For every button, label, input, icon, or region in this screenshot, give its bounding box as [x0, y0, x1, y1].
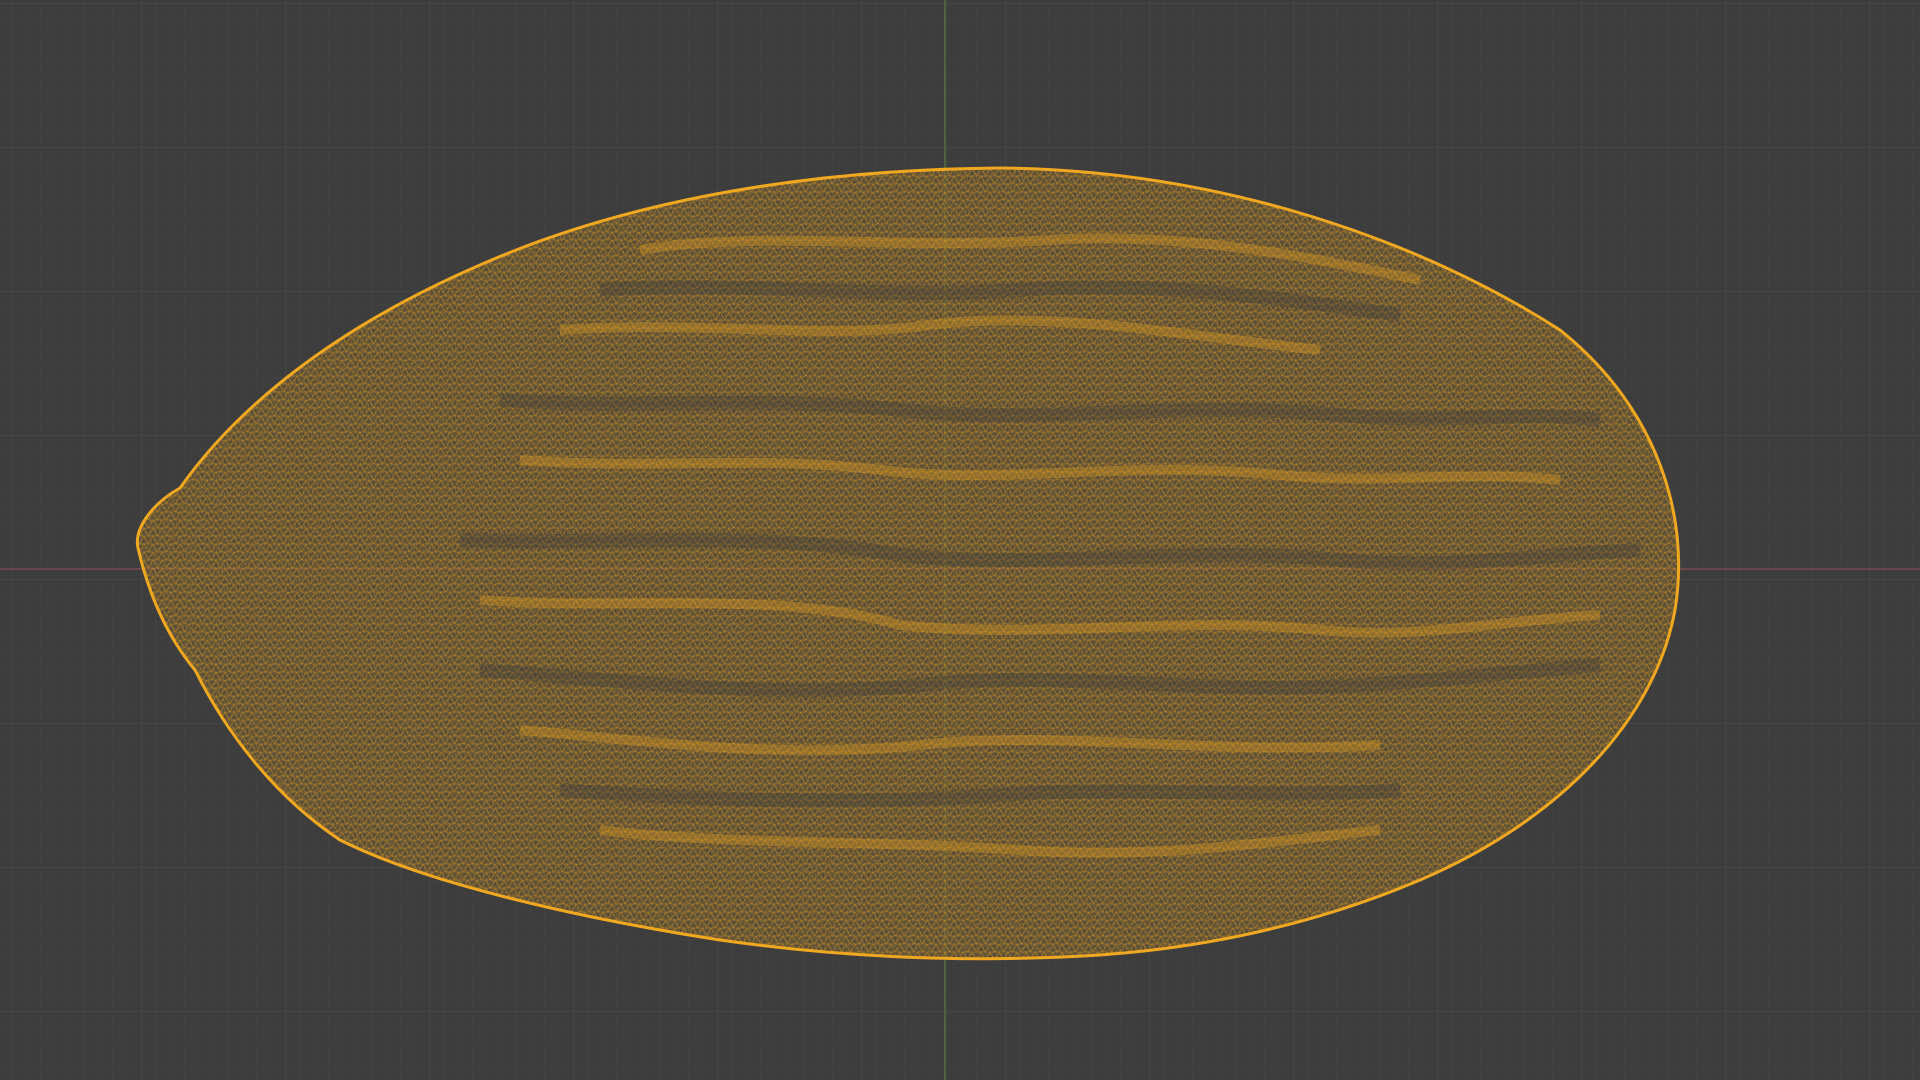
3d-viewport[interactable] — [0, 0, 1920, 1080]
viewport-canvas[interactable] — [0, 0, 1920, 1080]
